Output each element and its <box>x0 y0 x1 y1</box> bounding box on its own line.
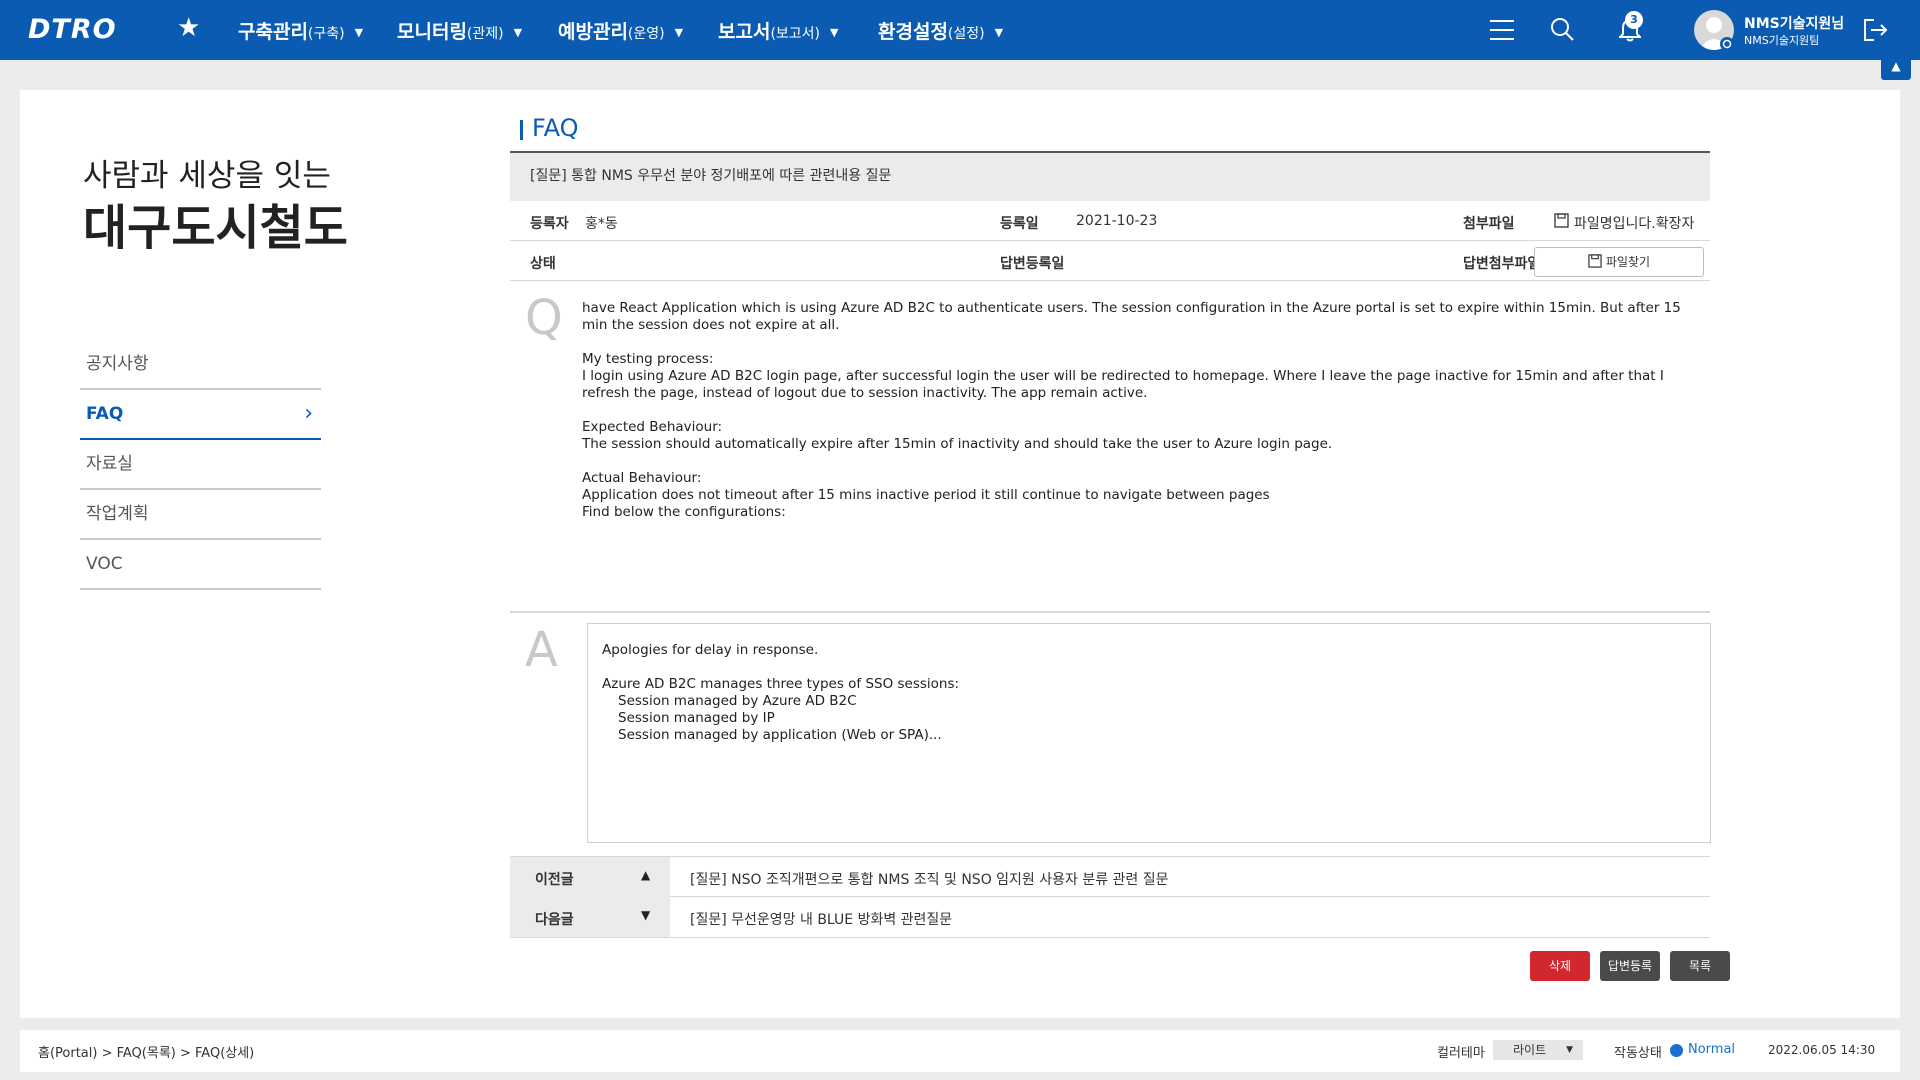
answer-body: Apologies for delay in response. Azure A… <box>587 623 1711 843</box>
caret-down-icon: ▼ <box>1566 1045 1573 1055</box>
sidebar-item-faq[interactable]: FAQ › <box>80 390 321 440</box>
answer-paragraph: Apologies for delay in response. <box>602 642 819 658</box>
star-icon[interactable]: ★ <box>177 13 200 43</box>
question-paragraph: Expected Behaviour: The session should au… <box>582 419 1333 452</box>
main-panel: 사람과 세상을 잇는 대구도시철도 공지사항 FAQ › 자료실 작업계획 VOC… <box>20 90 1900 1018</box>
prev-post-title[interactable]: [질문] NSO 조직개편으로 통합 NMS 조직 및 NSO 임지원 사용자 … <box>690 869 1169 889</box>
logout-icon[interactable] <box>1862 17 1888 43</box>
attach-label: 첨부파일 <box>1463 216 1515 232</box>
question-paragraph: have React Application which is using Az… <box>582 300 1681 333</box>
scroll-top-button[interactable]: ▲ <box>1881 54 1911 80</box>
meta-row-registration: 등록자 홍*동 등록일 2021-10-23 첨부파일 파일명입니다.확장자 <box>510 201 1710 241</box>
question-paragraph: Actual Behaviour: Application does not ti… <box>582 470 1270 520</box>
sidebar-item-notice[interactable]: 공지사항 <box>80 340 321 390</box>
next-label: 다음글 <box>535 912 574 928</box>
answer-paragraph: Azure AD B2C manages three types of SSO … <box>602 676 960 743</box>
next-post-title[interactable]: [질문] 무선운영망 내 BLUE 방화벽 관련질문 <box>690 909 952 929</box>
datetime: 2022.06.05 14:30 <box>1768 1043 1876 1057</box>
next-post-row[interactable]: 다음글 ▼ [질문] 무선운영망 내 BLUE 방화벽 관련질문 <box>510 897 1710 938</box>
meta-row-status: 상태 답변등록일 답변첨부파일 <box>510 241 1710 281</box>
answer-letter: A <box>525 622 558 678</box>
menu-construction[interactable]: 구축관리(구축) ▼ <box>238 17 363 44</box>
menu-report[interactable]: 보고서(보고서) ▼ <box>718 17 839 44</box>
menu-settings[interactable]: 환경설정(설정) ▼ <box>878 17 1003 44</box>
user-name[interactable]: NMS기술지원님 <box>1744 13 1844 33</box>
slogan-line2: 대구도시철도 <box>83 200 348 256</box>
prev-label: 이전글 <box>535 872 574 888</box>
sidebar-item-voc[interactable]: VOC <box>80 540 321 590</box>
section-title-marker <box>520 120 523 140</box>
answer-attach-label: 답변첨부파일 <box>1463 256 1541 272</box>
menu-monitoring[interactable]: 모니터링(관제) ▼ <box>397 17 522 44</box>
status-indicator <box>1670 1044 1683 1057</box>
find-file-button[interactable]: 파일찾기 <box>1534 247 1704 277</box>
settings-icon[interactable] <box>1719 36 1735 52</box>
menu-prevention[interactable]: 예방관리(운영) ▼ <box>558 17 683 44</box>
prev-post-row[interactable]: 이전글 ▲ [질문] NSO 조직개편으로 통합 NMS 조직 및 NSO 임지… <box>510 856 1710 897</box>
registrant-value: 홍*동 <box>585 216 618 232</box>
answer-date-label: 답변등록일 <box>1000 256 1065 272</box>
file-icon <box>1588 254 1602 268</box>
status-label: 상태 <box>530 256 556 272</box>
status-label: 작동상태 <box>1614 1046 1662 1061</box>
question-letter: Q <box>525 290 563 346</box>
sidebar-item-archive[interactable]: 자료실 <box>80 440 321 490</box>
question-paragraph: My testing process: I login using Azure A… <box>582 351 1664 401</box>
breadcrumb: 홈(Portal) > FAQ(목록) > FAQ(상세) <box>38 1046 255 1061</box>
caret-up-icon: ▲ <box>641 868 651 882</box>
footer-bar: 홈(Portal) > FAQ(목록) > FAQ(상세) 컬러테마 라이트 ▼ … <box>20 1030 1900 1072</box>
theme-label: 컬러테마 <box>1437 1046 1485 1061</box>
qa-divider <box>510 611 1710 613</box>
search-icon[interactable] <box>1550 17 1574 41</box>
notification-badge: 3 <box>1625 11 1643 29</box>
chevron-right-icon: › <box>304 401 313 426</box>
reg-date-value: 2021-10-23 <box>1076 213 1158 229</box>
side-nav: 공지사항 FAQ › 자료실 작업계획 VOC <box>80 340 321 590</box>
attach-link[interactable]: 파일명입니다.확장자 <box>1574 213 1694 233</box>
caret-down-icon: ▼ <box>641 908 651 922</box>
file-icon <box>1554 213 1569 228</box>
dtro-logo[interactable]: DTRO <box>28 14 117 45</box>
caret-down-icon: ▼ <box>354 26 364 39</box>
reg-date-label: 등록일 <box>1000 216 1039 232</box>
caret-down-icon: ▼ <box>994 26 1004 39</box>
hamburger-icon[interactable] <box>1490 19 1514 41</box>
user-team: NMS기술지원팀 <box>1744 34 1820 47</box>
register-answer-button[interactable]: 답변등록 <box>1600 951 1660 981</box>
caret-down-icon: ▼ <box>513 26 523 39</box>
list-button[interactable]: 목록 <box>1670 951 1730 981</box>
sidebar-item-work-plan[interactable]: 작업계획 <box>80 490 321 540</box>
question-body: have React Application which is using Az… <box>582 300 1690 538</box>
registrant-label: 등록자 <box>530 216 569 232</box>
top-navigation-bar: DTRO ★ 구축관리(구축) ▼ 모니터링(관제) ▼ 예방관리(운영) ▼ 보고서… <box>0 0 1920 60</box>
caret-down-icon: ▼ <box>674 26 684 39</box>
page-title: FAQ <box>532 114 579 142</box>
status-value: Normal <box>1688 1042 1736 1057</box>
theme-select[interactable]: 라이트 ▼ <box>1493 1040 1583 1060</box>
faq-subject: [질문] 통합 NMS 우무선 분야 정기배포에 따른 관련내용 질문 <box>510 151 1710 201</box>
delete-button[interactable]: 삭제 <box>1530 951 1590 981</box>
caret-down-icon: ▼ <box>830 26 839 39</box>
